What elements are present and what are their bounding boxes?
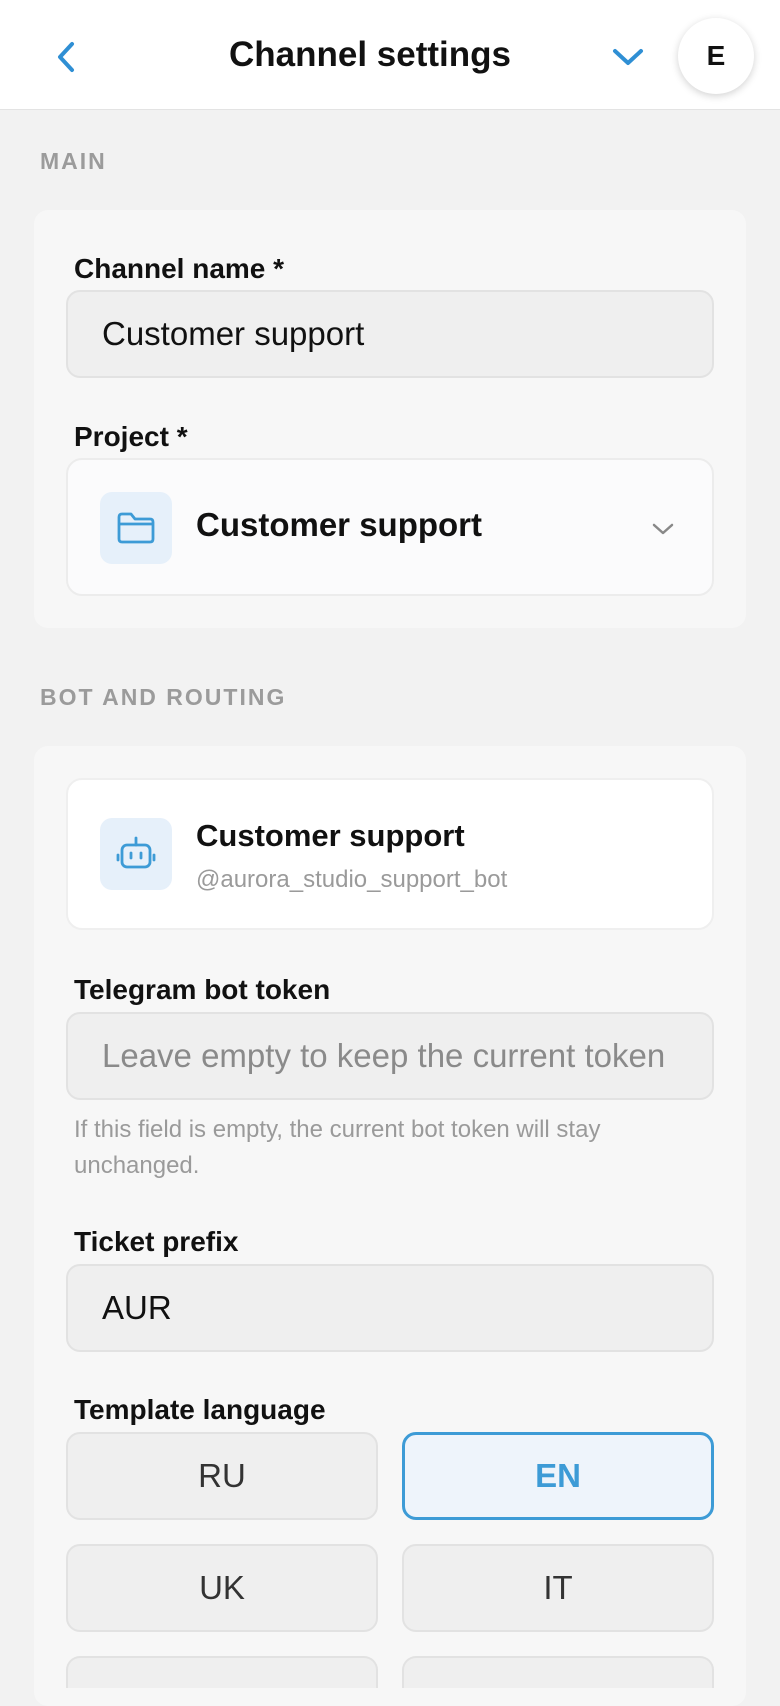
back-button[interactable] (38, 32, 94, 82)
avatar[interactable]: E (678, 18, 754, 94)
ticket-prefix-label: Ticket prefix (74, 1226, 239, 1257)
project-icon-box (100, 492, 172, 564)
chevron-down-icon (613, 49, 643, 65)
bot-icon (116, 836, 156, 869)
project-selected-value: Customer support (196, 506, 483, 543)
project-select[interactable]: Customer support (66, 458, 714, 596)
template-language-label: Template language (74, 1394, 326, 1425)
project-dropdown-chevron (648, 514, 678, 544)
chevron-left-icon (58, 42, 74, 72)
language-option-it[interactable]: IT (402, 1544, 714, 1632)
bot-name: Customer support (196, 818, 465, 853)
header-menu-button[interactable] (600, 32, 656, 82)
chevron-down-icon (652, 523, 674, 535)
language-option-partial[interactable] (66, 1656, 378, 1688)
bot-info-card: Customer support @aurora_studio_support_… (66, 778, 714, 930)
bot-token-input[interactable]: Leave empty to keep the current token (66, 1012, 714, 1100)
section-title-bot-routing: BOT AND ROUTING (40, 684, 287, 710)
channel-name-label: Channel name * (74, 253, 285, 284)
bot-token-hint: If this field is empty, the current bot … (74, 1116, 601, 1179)
folder-icon (117, 512, 155, 544)
bot-icon-box (100, 818, 172, 890)
project-label: Project * (74, 421, 188, 452)
ticket-prefix-input[interactable]: AUR (66, 1264, 714, 1352)
channel-name-input[interactable]: Customer support (66, 290, 714, 378)
language-option-ru[interactable]: RU (66, 1432, 378, 1520)
language-option-en[interactable]: EN (402, 1432, 714, 1520)
language-option-uk[interactable]: UK (66, 1544, 378, 1632)
page-title: Channel settings (229, 35, 511, 74)
app-header: Channel settings E (0, 0, 780, 110)
section-title-main: MAIN (40, 148, 107, 174)
bot-token-label: Telegram bot token (74, 974, 331, 1005)
bot-handle: @aurora_studio_support_bot (196, 866, 508, 893)
language-option-partial[interactable] (402, 1656, 714, 1688)
